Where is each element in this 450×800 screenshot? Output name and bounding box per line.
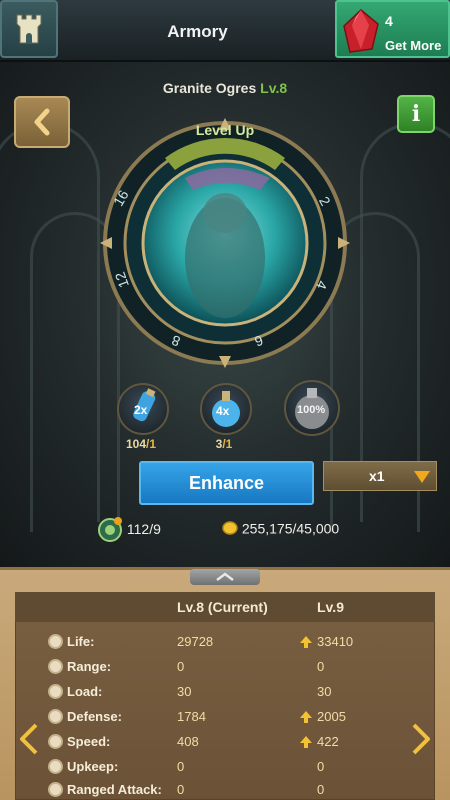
range-icon bbox=[48, 659, 63, 674]
info-button[interactable]: i bbox=[397, 95, 435, 133]
stat-current-value: 30 bbox=[177, 684, 192, 699]
stat-row-load: Load: 30 30 bbox=[15, 680, 435, 705]
screen-title: Armory bbox=[167, 22, 228, 41]
gold-coin-icon bbox=[222, 521, 238, 536]
castle-home-button[interactable] bbox=[0, 0, 58, 58]
gold-resource: 255,175/45,000 bbox=[222, 519, 339, 536]
stat-label: Defense: bbox=[67, 709, 122, 724]
potion-multiplier: 2x bbox=[134, 403, 148, 417]
potion-4x-count: 3/1 bbox=[194, 437, 254, 451]
chevron-left-icon bbox=[34, 108, 50, 136]
potion-2x-count: 104/1 bbox=[111, 437, 171, 451]
stat-row-life: Life: 29728 33410 bbox=[15, 630, 435, 655]
stat-next-value: 30 bbox=[317, 684, 332, 699]
stat-label: Speed: bbox=[67, 734, 111, 749]
shield-icon bbox=[48, 709, 63, 724]
stat-next-value: 0 bbox=[317, 659, 325, 674]
unit-level: Lv.8 bbox=[260, 80, 288, 96]
castle-tower-icon bbox=[16, 14, 42, 44]
potion-required: /1 bbox=[146, 437, 157, 451]
stat-label: Ranged Attack: bbox=[67, 782, 162, 797]
stat-row-range: Range: 0 0 bbox=[15, 655, 435, 680]
gold-count: 255,175/45,000 bbox=[241, 520, 340, 537]
potion-owned: 104 bbox=[125, 437, 146, 451]
stat-row-defense: Defense: 1784 2005 bbox=[15, 705, 435, 730]
stat-label: Life: bbox=[67, 634, 95, 649]
stat-current-value: 1784 bbox=[177, 709, 206, 724]
potion-100-button[interactable]: 100% bbox=[284, 380, 340, 436]
potion-2x-button[interactable]: 2x bbox=[117, 383, 169, 435]
stat-next-value: 422 bbox=[317, 734, 339, 749]
stat-next-value: 0 bbox=[317, 759, 325, 774]
level-up-wheel bbox=[100, 118, 350, 368]
gem-count: 4 bbox=[385, 13, 393, 29]
collapse-panel-button[interactable] bbox=[190, 569, 260, 585]
get-more-gems-button[interactable]: 4 Get More bbox=[335, 0, 450, 58]
red-gem-icon bbox=[343, 9, 379, 53]
stat-current-value: 408 bbox=[177, 734, 199, 749]
next-level-header: Lv.9 bbox=[317, 599, 344, 615]
chevron-up-icon bbox=[216, 572, 234, 581]
stat-current-value: 29728 bbox=[177, 634, 214, 649]
current-level-header: Lv.8 (Current) bbox=[177, 599, 268, 615]
stat-current-value: 0 bbox=[177, 782, 185, 797]
prev-unit-arrow-icon[interactable] bbox=[16, 722, 42, 756]
increase-arrow-icon bbox=[300, 711, 312, 723]
dropdown-arrow-icon bbox=[414, 471, 430, 483]
top-bar: Armory 4 Get More bbox=[0, 0, 450, 62]
stat-next-value: 33410 bbox=[317, 634, 354, 649]
stat-label: Load: bbox=[67, 684, 103, 699]
level-up-label: Level Up bbox=[195, 122, 255, 138]
next-unit-arrow-icon[interactable] bbox=[408, 722, 434, 756]
multiplier-value: x1 bbox=[369, 468, 385, 484]
potion-required: /1 bbox=[222, 437, 233, 451]
speed-icon bbox=[48, 734, 63, 749]
stat-row-ranged-attack: Ranged Attack: 0 0 bbox=[15, 778, 435, 800]
increase-arrow-icon bbox=[300, 636, 312, 648]
potion-multiplier: 4x bbox=[216, 404, 230, 418]
info-icon: i bbox=[411, 101, 421, 127]
stat-next-value: 0 bbox=[317, 782, 325, 797]
upkeep-icon bbox=[48, 759, 63, 774]
heart-icon bbox=[48, 634, 63, 649]
potion-4x-button[interactable]: 4x bbox=[200, 383, 252, 435]
enhance-button[interactable]: Enhance bbox=[139, 461, 314, 505]
increase-arrow-icon bbox=[300, 736, 312, 748]
stat-current-value: 0 bbox=[177, 659, 185, 674]
unit-title: Granite Ogres Lv.8 bbox=[145, 80, 305, 96]
stat-label: Upkeep: bbox=[67, 759, 119, 774]
stat-label: Range: bbox=[67, 659, 112, 674]
enhance-stone-icon bbox=[98, 517, 122, 542]
stat-current-value: 0 bbox=[177, 759, 185, 774]
stat-row-upkeep: Upkeep: 0 0 bbox=[15, 755, 435, 780]
stone-resource: 112/9 bbox=[97, 516, 161, 542]
back-button[interactable] bbox=[14, 96, 70, 148]
stat-row-speed: Speed: 408 422 bbox=[15, 730, 435, 755]
multiplier-dropdown[interactable]: x1 bbox=[323, 461, 437, 491]
unit-name: Granite Ogres bbox=[162, 80, 257, 96]
load-icon bbox=[48, 684, 63, 699]
stone-count: 112/9 bbox=[126, 521, 161, 537]
get-more-label: Get More bbox=[385, 38, 442, 53]
ranged-attack-icon bbox=[48, 782, 63, 797]
stat-next-value: 2005 bbox=[317, 709, 346, 724]
potion-multiplier: 100% bbox=[297, 404, 326, 416]
